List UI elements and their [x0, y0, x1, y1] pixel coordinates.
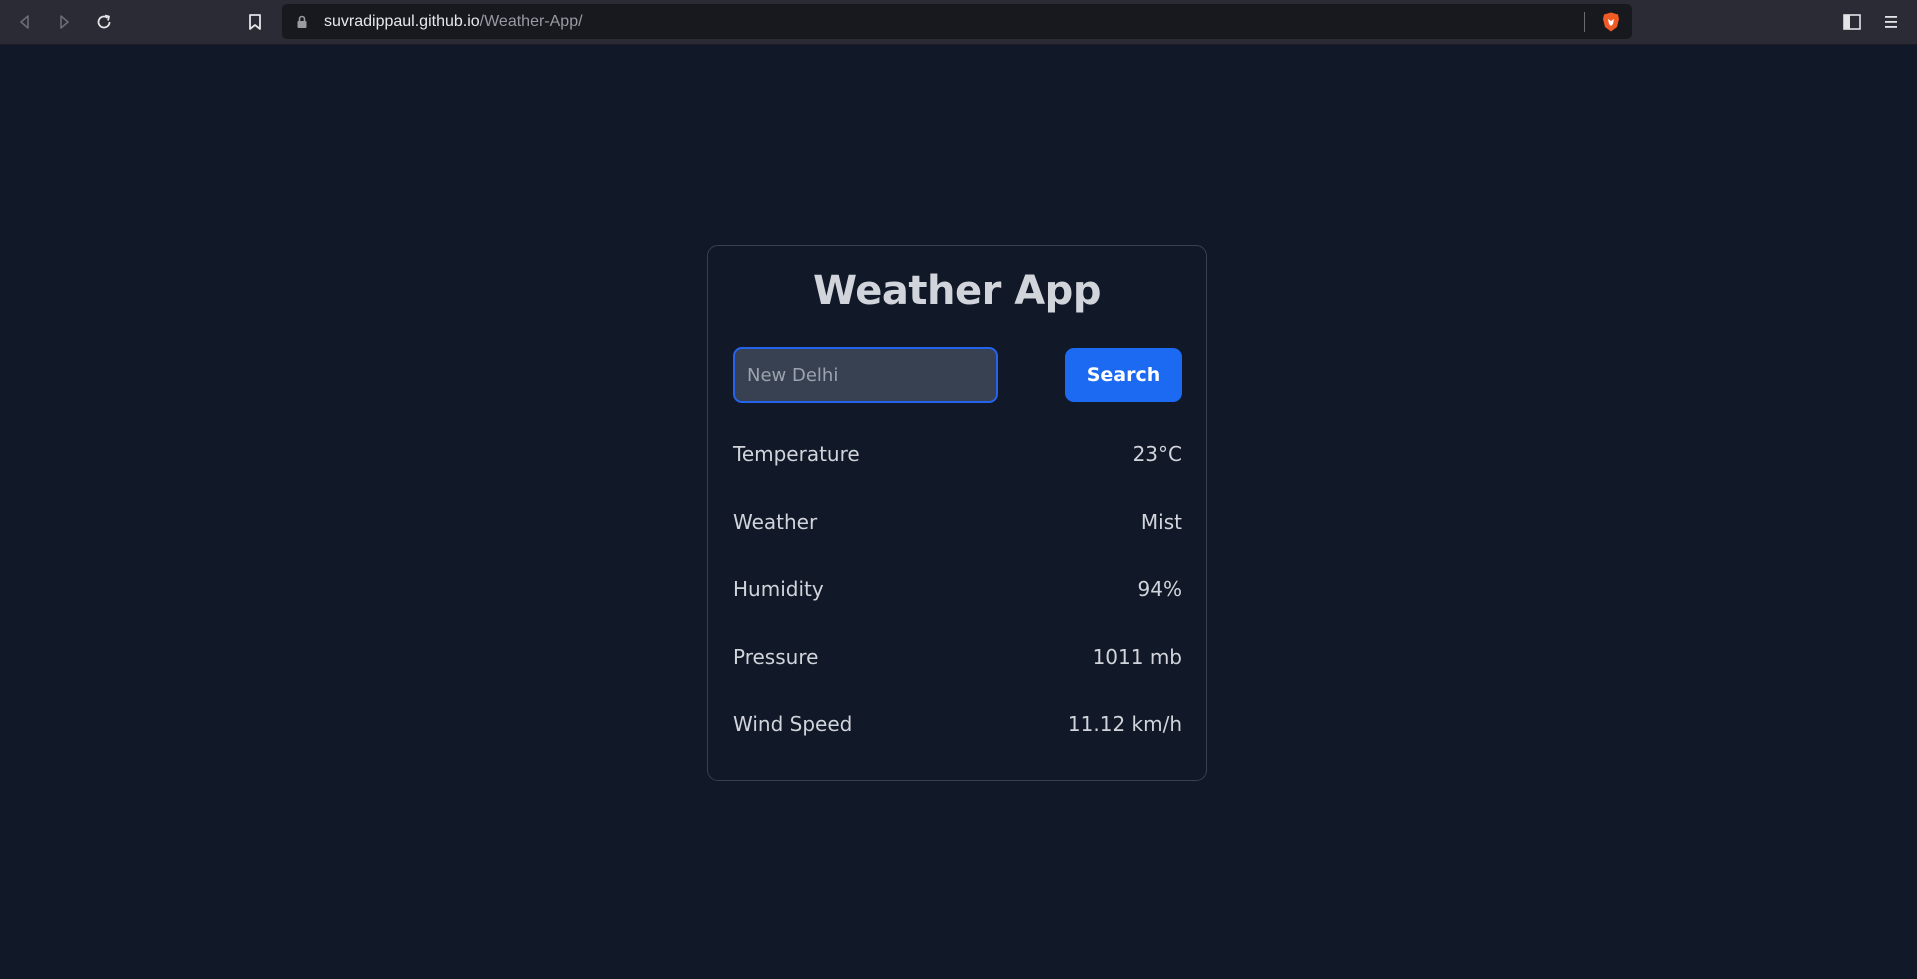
weather-row-temperature: Temperature 23°C: [733, 439, 1182, 469]
weather-card: Weather App Search Temperature 23°C Weat…: [707, 245, 1207, 781]
address-divider: [1584, 12, 1585, 32]
reload-icon[interactable]: [89, 7, 119, 37]
url-path: /Weather-App/: [479, 13, 583, 30]
row-value: 23°C: [1132, 442, 1182, 466]
back-icon[interactable]: [10, 7, 40, 37]
url-text[interactable]: suvradippaul.github.io/Weather-App/: [324, 13, 583, 31]
row-label: Weather: [733, 510, 818, 534]
url-host: suvradippaul.github.io: [324, 13, 480, 30]
row-label: Wind Speed: [733, 712, 853, 736]
lock-icon: [296, 14, 308, 33]
bookmark-icon[interactable]: [240, 7, 270, 37]
city-search-input[interactable]: [733, 347, 998, 403]
weather-row-weather: Weather Mist: [733, 507, 1182, 537]
row-value: 94%: [1137, 577, 1182, 601]
row-value: 11.12 km/h: [1067, 712, 1182, 736]
menu-icon[interactable]: [1876, 7, 1906, 37]
row-label: Humidity: [733, 577, 824, 601]
browser-toolbar: suvradippaul.github.io/Weather-App/: [0, 0, 1917, 45]
weather-row-wind-speed: Wind Speed 11.12 km/h: [733, 709, 1182, 739]
weather-row-humidity: Humidity 94%: [733, 574, 1182, 604]
forward-icon[interactable]: [49, 7, 79, 37]
address-bar[interactable]: suvradippaul.github.io/Weather-App/: [282, 4, 1632, 39]
row-value: 1011 mb: [1092, 645, 1182, 669]
brave-shield-icon[interactable]: [1600, 11, 1622, 33]
page-title: Weather App: [813, 268, 1101, 314]
sidebar-icon[interactable]: [1837, 7, 1867, 37]
weather-row-pressure: Pressure 1011 mb: [733, 642, 1182, 672]
row-value: Mist: [1140, 510, 1182, 534]
search-button[interactable]: Search: [1065, 348, 1182, 402]
row-label: Temperature: [733, 442, 860, 466]
row-label: Pressure: [733, 645, 819, 669]
